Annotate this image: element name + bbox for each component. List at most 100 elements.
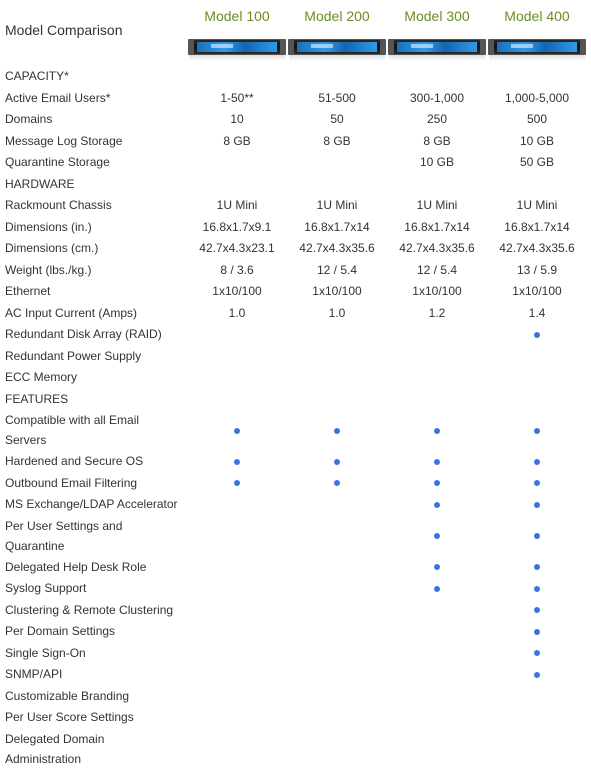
table-row: Ethernet 1x10/100 1x10/100 1x10/100 1x10/100 (0, 281, 591, 303)
table-cell: 1x10/100 (512, 284, 562, 298)
table-cell: 10 GB (519, 133, 555, 148)
table-cell: 1-50** (220, 90, 254, 105)
table-row: Redundant Disk Array (RAID) (0, 324, 591, 346)
feature-dot-icon (534, 628, 540, 635)
row-label: Per Domain Settings (5, 624, 116, 638)
row-label: Redundant Disk Array (RAID) (5, 327, 162, 341)
row-label: HARDWARE (5, 176, 75, 191)
feature-dot-icon (434, 585, 440, 592)
server-image (288, 39, 386, 55)
table-row: FEATURES (0, 389, 591, 411)
table-row: Delegated Help Desk Role (0, 557, 591, 579)
feature-dot-icon (434, 564, 440, 571)
feature-dot-icon (234, 427, 240, 434)
table-row: Dimensions (in.) 16.8x1.7x9.1 16.8x1.7x14 1… (0, 217, 591, 239)
feature-dot-icon (334, 480, 340, 487)
table-cell: 1,000-5,000 (504, 90, 570, 105)
feature-dot-icon (534, 607, 540, 614)
feature-dot-icon (434, 427, 440, 434)
feature-dot-icon (434, 458, 440, 465)
table-row: Dimensions (cm.) 42.7x4.3x23.1 42.7x4.3x35… (0, 238, 591, 260)
row-label: Delegated Help Desk Role (5, 559, 147, 574)
table-row: Per User Settings and Quarantine (0, 516, 591, 557)
table-cell: 500 (526, 112, 548, 126)
table-row: Hardened and Secure OS (0, 451, 591, 473)
feature-dot-icon (534, 564, 540, 571)
row-label: Compatible with all Email Servers (5, 413, 140, 447)
table-row: Redundant Power Supply (0, 346, 591, 368)
feature-dot-icon (334, 427, 340, 434)
table-row: Per Domain Settings (0, 621, 591, 643)
row-label: Per User Score Settings (5, 710, 134, 724)
row-label: SNMP/API (5, 667, 63, 681)
table-cell: 42.7x4.3x35.6 (499, 241, 575, 255)
table-row: HARDWARE (0, 174, 591, 196)
row-label: FEATURES (5, 391, 69, 406)
model-column-200: Model 200 (287, 6, 387, 61)
row-label: Dimensions (cm.) (5, 241, 99, 255)
table-cell: 1.0 (228, 305, 246, 320)
table-row: Quarantine Storage 10 GB 50 GB (0, 152, 591, 174)
row-label: Hardened and Secure OS (5, 454, 144, 468)
row-label: Per User Settings and Quarantine (5, 518, 123, 553)
table-cell: 8 / 3.6 (220, 262, 254, 277)
server-image (388, 39, 486, 55)
table-cell: 1.0 (328, 305, 346, 320)
table-cell: 8 GB (423, 133, 451, 148)
row-label: Customizable Branding (5, 688, 130, 703)
table-cell: 1U Mini (316, 198, 358, 212)
table-cell: 13 / 5.9 (516, 262, 558, 277)
model-column-100: Model 100 (187, 6, 287, 61)
table-cell: 1x10/100 (312, 284, 362, 298)
feature-dot-icon (534, 331, 540, 338)
table-cell: 42.7x4.3x35.6 (399, 241, 475, 255)
table-cell: 1U Mini (516, 198, 558, 212)
table-cell: 8 GB (223, 133, 251, 148)
row-label: Domains (5, 112, 53, 126)
table-row: CAPACITY* (0, 66, 591, 88)
feature-dot-icon (534, 480, 540, 487)
feature-dot-icon (434, 501, 440, 508)
table-cell: 1U Mini (416, 198, 458, 212)
table-cell: 1.2 (428, 305, 446, 320)
model-name: Model 400 (504, 8, 570, 24)
row-label: Syslog Support (5, 581, 87, 595)
row-label: CAPACITY* (5, 69, 69, 83)
table-row: Message Log Storage 8 GB 8 GB 8 GB 10 GB (0, 131, 591, 153)
table-row: SNMP/API (0, 664, 591, 686)
table-cell: 42.7x4.3x35.6 (299, 241, 375, 255)
table-cell: 16.8x1.7x14 (404, 219, 470, 234)
table-row: ECC Memory (0, 367, 591, 389)
feature-dot-icon (534, 458, 540, 465)
row-label: MS Exchange/LDAP Accelerator (5, 497, 178, 511)
model-column-300: Model 300 (387, 6, 487, 61)
table-cell: 1x10/100 (212, 284, 262, 298)
row-label: Ethernet (5, 284, 51, 298)
feature-dot-icon (534, 427, 540, 434)
table-cell: 12 / 5.4 (416, 262, 458, 277)
table-row: Active Email Users* 1-50** 51-500 300-1,000… (0, 88, 591, 110)
table-cell: 300-1,000 (409, 90, 465, 105)
table-row: MS Exchange/LDAP Accelerator (0, 494, 591, 516)
table-cell: 1.4 (528, 305, 546, 320)
feature-dot-icon (534, 650, 540, 657)
feature-dot-icon (434, 533, 440, 539)
table-row: Weight (lbs./kg.) 8 / 3.6 12 / 5.4 12 / 5.4… (0, 260, 591, 282)
row-label: Quarantine Storage (5, 155, 110, 169)
row-label: Outbound Email Filtering (5, 475, 138, 490)
row-label: Rackmount Chassis (5, 198, 112, 212)
row-label: Clustering & Remote Clustering (5, 602, 174, 617)
feature-dot-icon (534, 533, 540, 539)
table-cell: 250 (426, 112, 448, 126)
table-cell: 10 GB (419, 155, 455, 169)
table-row: AC Input Current (Amps) 1.0 1.0 1.2 1.4 (0, 303, 591, 325)
table-row: Compatible with all Email Servers (0, 410, 591, 451)
table-cell: 12 / 5.4 (316, 262, 358, 277)
table-row: Single Sign-On (0, 643, 591, 665)
page-title: Model Comparison (5, 22, 123, 38)
table-cell: 51-500 (318, 90, 356, 105)
feature-dot-icon (534, 501, 540, 508)
table-cell: 16.8x1.7x14 (504, 219, 570, 234)
table-cell: 42.7x4.3x23.1 (199, 241, 275, 255)
table-row: Syslog Support (0, 578, 591, 600)
